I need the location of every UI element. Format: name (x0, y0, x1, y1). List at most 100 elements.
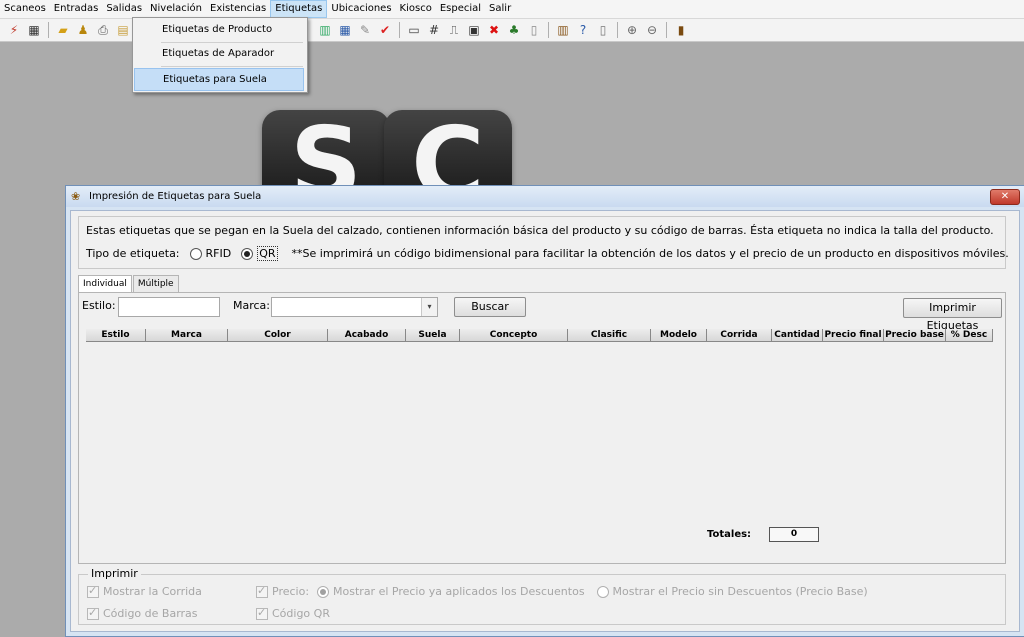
marca-label: Marca: (233, 299, 271, 312)
imprimir-legend: Imprimir (88, 567, 141, 580)
col-precio-base[interactable]: Precio base (884, 329, 946, 342)
col-estilo[interactable]: Estilo (86, 329, 146, 342)
precio-descuentos-label: Mostrar el Precio ya aplicados los Descu… (333, 585, 585, 598)
col-cantidad[interactable]: Cantidad (772, 329, 823, 342)
dialog-title: Impresión de Etiquetas para Suela (89, 191, 262, 202)
toolbar-separator (617, 22, 618, 38)
tab-multiple[interactable]: Múltiple (132, 275, 179, 292)
delete-icon[interactable]: ✖ (486, 22, 502, 38)
col-marca[interactable]: Marca (146, 329, 228, 342)
menu-salir[interactable]: Salir (485, 0, 515, 18)
zoom-out-icon[interactable]: ⊖ (644, 22, 660, 38)
imprimir-etiquetas-button[interactable]: Imprimir Etiquetas (903, 298, 1002, 332)
report-icon[interactable]: ▤ (115, 22, 131, 38)
checkbox-box[interactable] (256, 584, 268, 598)
menuitem-etiquetas-suela[interactable]: Etiquetas para Suela (134, 68, 304, 91)
menu-ubicaciones[interactable]: Ubicaciones (327, 0, 395, 18)
col-concepto[interactable]: Concepto (460, 329, 568, 342)
codigo-qr-label: Código QR (272, 607, 330, 620)
tab-panel-individual: Estilo: Marca: ▾ Buscar Imprimir Etiquet… (78, 292, 1006, 564)
checkbox-box[interactable] (256, 606, 268, 620)
grid-icon[interactable]: ▦ (337, 22, 353, 38)
col-clasific[interactable]: Clasific (568, 329, 651, 342)
marca-select[interactable]: ▾ (271, 297, 438, 317)
radio-precio-descuentos[interactable] (317, 585, 330, 598)
menu-entradas[interactable]: Entradas (50, 0, 103, 18)
col-corrida[interactable]: Corrida (707, 329, 772, 342)
menu-especial[interactable]: Especial (436, 0, 485, 18)
col-precio-final[interactable]: Precio final (823, 329, 884, 342)
toolbar-separator (548, 22, 549, 38)
menu-etiquetas[interactable]: Etiquetas (270, 0, 328, 18)
menuitem-etiquetas-aparador[interactable]: Etiquetas de Aparador (134, 43, 304, 64)
close-button[interactable]: ✕ (990, 189, 1020, 205)
radio-qr-label[interactable]: QR (257, 246, 278, 261)
radio-rfid-label[interactable]: RFID (206, 247, 232, 260)
clipboard-icon[interactable]: ▯ (595, 22, 611, 38)
buscar-button[interactable]: Buscar (454, 297, 526, 317)
dialog-window: ❀ Impresión de Etiquetas para Suela ✕ Es… (65, 185, 1024, 637)
search-list-icon[interactable]: ▥ (317, 22, 333, 38)
people-icon[interactable]: ♣ (506, 22, 522, 38)
codigo-qr-checkbox[interactable]: Código QR (256, 606, 330, 620)
menu-salidas[interactable]: Salidas (102, 0, 146, 18)
users-icon[interactable]: ♟ (75, 22, 91, 38)
totales-label: Totales: (707, 529, 752, 540)
chevron-down-icon[interactable]: ▾ (421, 298, 437, 316)
estilo-input[interactable] (118, 297, 220, 317)
checkbox-box[interactable] (87, 606, 99, 620)
zoom-in-icon[interactable]: ⊕ (624, 22, 640, 38)
document-icon[interactable]: ▯ (526, 22, 542, 38)
radio-precio-base[interactable] (596, 585, 609, 598)
precio-base-label: Mostrar el Precio sin Descuentos (Precio… (612, 585, 868, 598)
checkmark-icon[interactable]: ✔ (377, 22, 393, 38)
results-grid[interactable]: Estilo Marca Color Acabado Suela Concept… (86, 329, 993, 509)
book-icon[interactable]: ▥ (555, 22, 571, 38)
film-icon[interactable]: ▦ (26, 22, 42, 38)
menu-nivelacion[interactable]: Nivelación (146, 0, 206, 18)
etiquetas-dropdown: Etiquetas de Producto Etiquetas de Apara… (132, 17, 308, 93)
hashtag-icon[interactable]: # (426, 22, 442, 38)
folder-open-icon[interactable]: ▰ (55, 22, 71, 38)
pen-icon[interactable]: ✎ (357, 22, 373, 38)
col-acabado[interactable]: Acabado (328, 329, 406, 342)
codigo-barras-checkbox[interactable]: Código de Barras (87, 606, 198, 620)
menu-kiosco[interactable]: Kiosco (396, 0, 436, 18)
tab-individual[interactable]: Individual (78, 275, 132, 293)
tag-icon[interactable]: ⎍ (446, 22, 462, 38)
toolbar-separator (399, 22, 400, 38)
col-modelo[interactable]: Modelo (651, 329, 707, 342)
radio-rfid[interactable] (189, 247, 202, 260)
radio-qr[interactable] (241, 247, 254, 260)
codigo-barras-label: Código de Barras (103, 607, 198, 620)
printer-icon[interactable]: ⎙ (95, 22, 111, 38)
help-icon[interactable]: ? (575, 22, 591, 38)
qr-note: **Se imprimirá un código bidimensional p… (291, 247, 1009, 260)
exit-icon[interactable]: ▮ (673, 22, 689, 38)
col-color[interactable]: Color (228, 329, 328, 342)
tab-strip: Individual Múltiple (78, 275, 180, 293)
menuitem-etiquetas-producto[interactable]: Etiquetas de Producto (134, 19, 304, 40)
mostrar-corrida-checkbox[interactable]: Mostrar la Corrida (87, 584, 202, 598)
lightning-icon[interactable]: ⚡ (6, 22, 22, 38)
toolbar-separator (666, 22, 667, 38)
col-suela[interactable]: Suela (406, 329, 460, 342)
info-text: Estas etiquetas que se pegan en la Suela… (86, 224, 994, 237)
window-icon[interactable]: ▭ (406, 22, 422, 38)
grid-header: Estilo Marca Color Acabado Suela Concept… (86, 329, 993, 342)
menu-scaneos[interactable]: Scaneos (0, 0, 50, 18)
tipo-label: Tipo de etiqueta: (86, 247, 180, 260)
imprimir-group: Imprimir Mostrar la Corrida Código de Ba… (78, 567, 1006, 625)
mostrar-corrida-label: Mostrar la Corrida (103, 585, 202, 598)
tipo-etiqueta-row: Tipo de etiqueta: RFID QR **Se imprimirá… (86, 246, 1009, 261)
menu-existencias[interactable]: Existencias (206, 0, 270, 18)
precio-checkbox[interactable]: Precio: Mostrar el Precio ya aplicados l… (256, 584, 868, 598)
col-desc[interactable]: % Desc (946, 329, 993, 342)
checkbox-box[interactable] (87, 584, 99, 598)
toolbar-separator (48, 22, 49, 38)
cash-register-icon[interactable]: ▣ (466, 22, 482, 38)
dialog-titlebar[interactable]: ❀ Impresión de Etiquetas para Suela ✕ (66, 186, 1024, 207)
estilo-label: Estilo: (82, 299, 116, 312)
app-window-icon: ❀ (71, 189, 81, 203)
info-panel: Estas etiquetas que se pegan en la Suela… (78, 216, 1009, 269)
